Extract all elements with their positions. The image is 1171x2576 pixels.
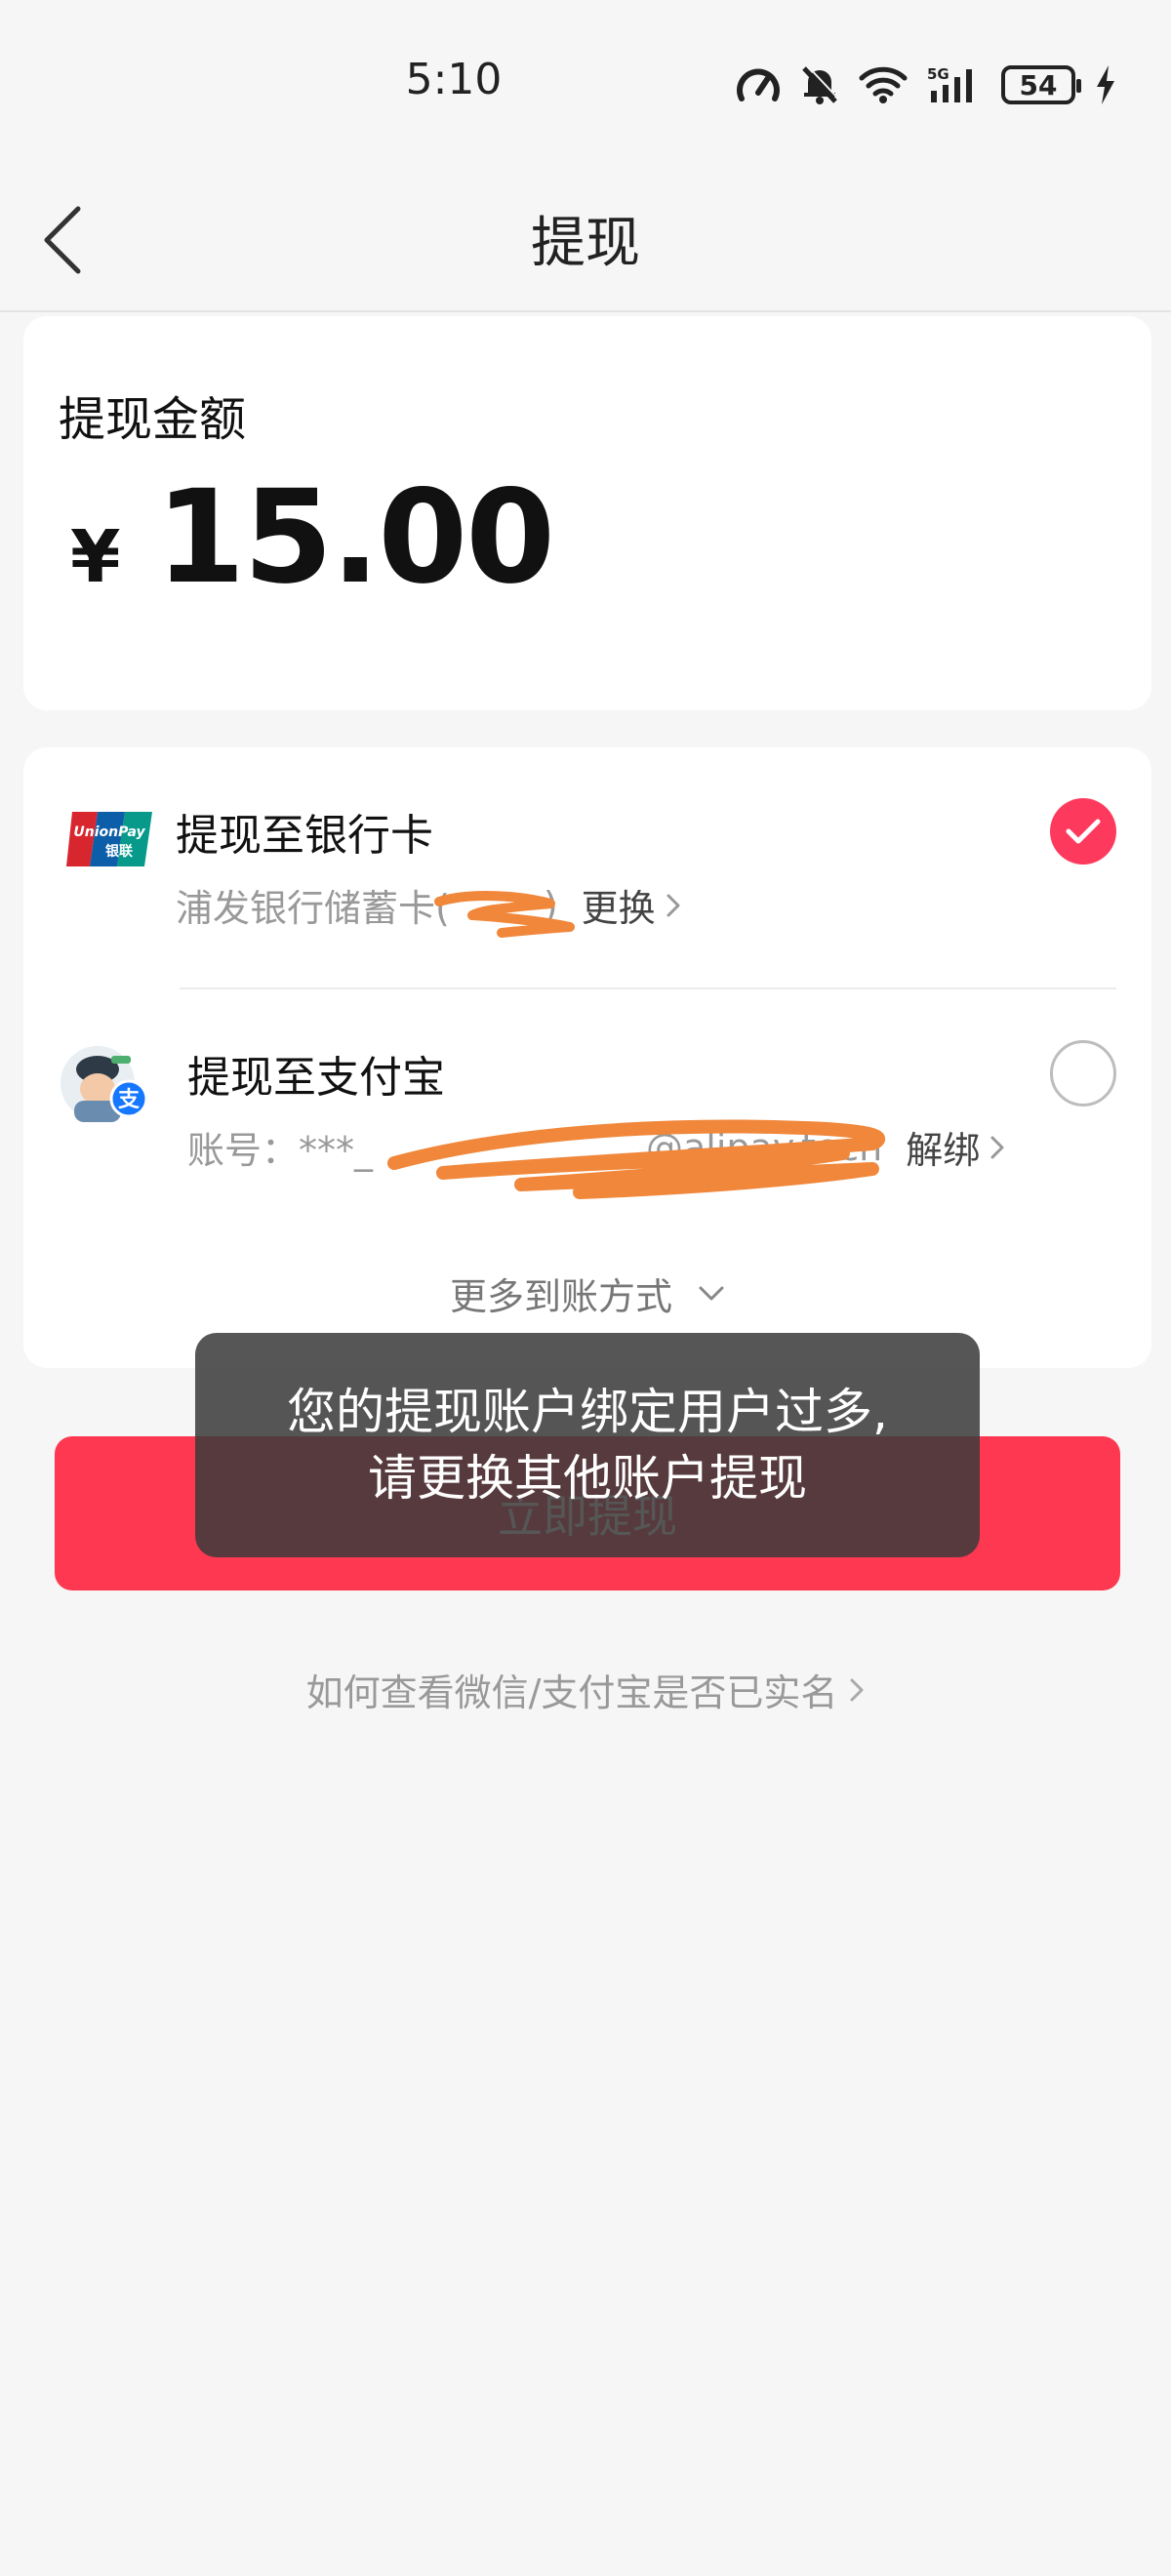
bank-method-title: 提现至银行卡 <box>176 811 433 861</box>
status-bar: 5:10 5G 54 <box>0 0 1171 166</box>
svg-text:支: 支 <box>118 1088 141 1112</box>
alipay-account-name: 账号：***_ <box>187 1129 374 1172</box>
toast-line-2: 请更换其他账户提现 <box>368 1450 807 1507</box>
unionpay-logo: UnionPay 银联 <box>66 812 152 866</box>
wifi-icon <box>859 66 908 103</box>
amount-card: 提现金额 ¥ 15.00 <box>23 316 1151 710</box>
more-methods-toggle[interactable]: 更多到账方式 <box>23 1267 1151 1320</box>
toast-line-1: 您的提现账户绑定用户过多, <box>287 1384 888 1440</box>
amount-value: 15.00 <box>155 463 556 613</box>
chevron-down-icon <box>699 1286 724 1300</box>
error-toast: 您的提现账户绑定用户过多, 请更换其他账户提现 <box>195 1333 980 1557</box>
unbind-alipay-button[interactable]: 解绑 <box>906 1120 1005 1174</box>
chevron-right-icon <box>666 894 680 916</box>
chevron-right-icon <box>990 1136 1004 1158</box>
alipay-account-suffix: @alipay.tech <box>646 1125 883 1169</box>
bell-muted-icon <box>802 64 839 104</box>
nav-header: 提现 <box>0 166 1171 312</box>
signal-5g-icon: 5G <box>927 65 972 102</box>
amount-row: ¥ 15.00 <box>70 463 556 613</box>
bank-account-name: 浦发银行储蓄卡( <box>176 887 450 930</box>
amount-label: 提现金额 <box>59 392 247 447</box>
alipay-account-line: 账号：***_ @alipay.tech 解绑 <box>187 1120 1005 1174</box>
page-title: 提现 <box>531 212 640 275</box>
status-icons: 5G 54 <box>736 60 1116 109</box>
withdraw-methods-card: UnionPay 银联 提现至银行卡 浦发银行储蓄卡( ) 更换 支 提现至支付… <box>23 747 1151 1368</box>
svg-text:UnionPay: UnionPay <box>73 825 145 840</box>
alipay-avatar: 支 <box>61 1046 148 1122</box>
alipay-method-title: 提现至支付宝 <box>187 1053 445 1103</box>
method-alipay[interactable]: 支 提现至支付宝 账号：***_ @alipay.tech 解绑 <box>23 989 1151 1199</box>
battery-level: 54 <box>1019 68 1058 101</box>
help-link-label: 如何查看微信/支付宝是否已实名 <box>305 1671 838 1714</box>
bank-account-line: 浦发银行储蓄卡( ) 更换 <box>176 878 681 932</box>
change-card-label: 更换 <box>581 887 656 930</box>
unbind-label: 解绑 <box>906 1129 981 1172</box>
more-methods-label: 更多到账方式 <box>449 1275 672 1318</box>
bank-selected-check[interactable] <box>1050 798 1116 865</box>
checkmark-icon <box>1066 819 1101 844</box>
svg-text:银联: 银联 <box>105 843 134 860</box>
svg-text:5G: 5G <box>927 65 949 83</box>
bank-account-suffix: ) <box>543 883 558 927</box>
battery-icon: 54 <box>1001 65 1081 104</box>
speedometer-icon <box>737 68 780 101</box>
chevron-right-icon <box>850 1678 864 1701</box>
change-card-button[interactable]: 更换 <box>582 878 681 932</box>
charging-icon <box>1097 65 1114 104</box>
realname-help-link[interactable]: 如何查看微信/支付宝是否已实名 <box>0 1663 1171 1716</box>
alipay-unselected-radio[interactable] <box>1050 1040 1116 1107</box>
currency-symbol: ¥ <box>70 515 121 599</box>
method-bank-card[interactable]: UnionPay 银联 提现至银行卡 浦发银行储蓄卡( ) 更换 <box>23 747 1151 987</box>
